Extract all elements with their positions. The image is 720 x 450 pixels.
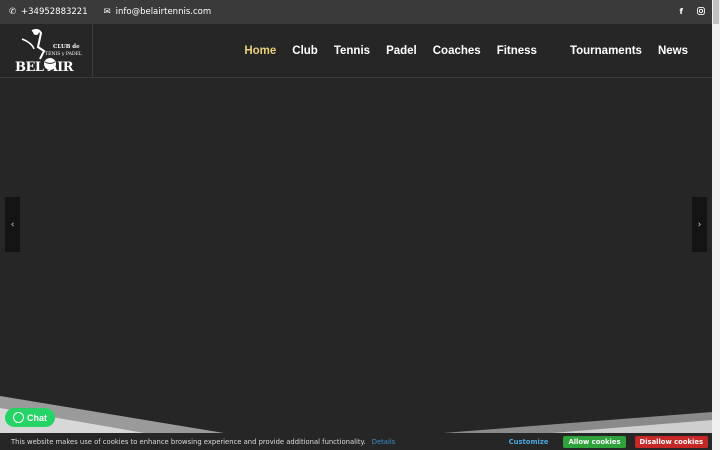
chevron-right-icon: › bbox=[697, 219, 702, 230]
phone-contact[interactable]: ✆ +34952883221 bbox=[8, 7, 88, 17]
cookie-details-link[interactable]: Details bbox=[372, 438, 396, 446]
slider-bottom-wave bbox=[0, 396, 712, 434]
logo-line-2: TENIS y PADEL bbox=[45, 51, 82, 57]
nav-fitness[interactable]: Fitness bbox=[497, 45, 537, 57]
disallow-cookies-button[interactable]: Disallow cookies bbox=[634, 435, 708, 448]
nav-news[interactable]: News bbox=[658, 45, 688, 57]
slider-next-button[interactable]: › bbox=[692, 197, 707, 252]
nav-padel[interactable]: Padel bbox=[386, 45, 417, 57]
slider-prev-button[interactable]: ‹ bbox=[5, 197, 20, 252]
email-contact[interactable]: ✉ info@belairtennis.com bbox=[103, 7, 212, 17]
nav-club[interactable]: Club bbox=[292, 45, 318, 57]
instagram-icon[interactable] bbox=[697, 7, 705, 17]
chevron-left-icon: ‹ bbox=[10, 219, 15, 230]
top-bar: ✆ +34952883221 ✉ info@belairtennis.com f bbox=[0, 0, 712, 24]
social-links: f bbox=[680, 7, 705, 17]
scrollbar-thumb[interactable] bbox=[713, 0, 719, 24]
nav-tournaments[interactable]: Tournaments bbox=[570, 45, 642, 57]
envelope-icon: ✉ bbox=[103, 7, 111, 17]
email-address[interactable]: info@belairtennis.com bbox=[116, 7, 211, 17]
logo-line-1: CLUB de bbox=[53, 44, 80, 50]
club-logo[interactable]: CLUB de TENIS y PADEL BEL AIR bbox=[10, 24, 93, 78]
whatsapp-chat-button[interactable]: Chat bbox=[5, 408, 55, 427]
chat-label: Chat bbox=[27, 412, 47, 423]
page-scrollbar[interactable] bbox=[712, 0, 720, 450]
bel-air-logo-graphic: CLUB de TENIS y PADEL BEL AIR bbox=[15, 28, 82, 75]
phone-icon: ✆ bbox=[8, 7, 17, 17]
allow-cookies-button[interactable]: Allow cookies bbox=[563, 435, 626, 448]
nav-coaches[interactable]: Coaches bbox=[433, 45, 481, 57]
hero-slider: ‹ › bbox=[0, 79, 712, 434]
nav-tennis[interactable]: Tennis bbox=[334, 45, 370, 57]
cookie-banner: This website makes use of cookies to enh… bbox=[0, 433, 712, 450]
main-nav: Home Club Tennis Padel Coaches Fitness T… bbox=[228, 24, 688, 78]
phone-number[interactable]: +34952883221 bbox=[21, 7, 88, 17]
facebook-icon[interactable]: f bbox=[680, 7, 683, 17]
site-header: CLUB de TENIS y PADEL BEL AIR Home Club … bbox=[0, 24, 712, 78]
nav-home[interactable]: Home bbox=[244, 45, 276, 57]
cookie-message: This website makes use of cookies to enh… bbox=[11, 437, 366, 446]
cookie-customize-link[interactable]: Customize bbox=[509, 438, 549, 446]
whatsapp-icon bbox=[13, 412, 24, 423]
